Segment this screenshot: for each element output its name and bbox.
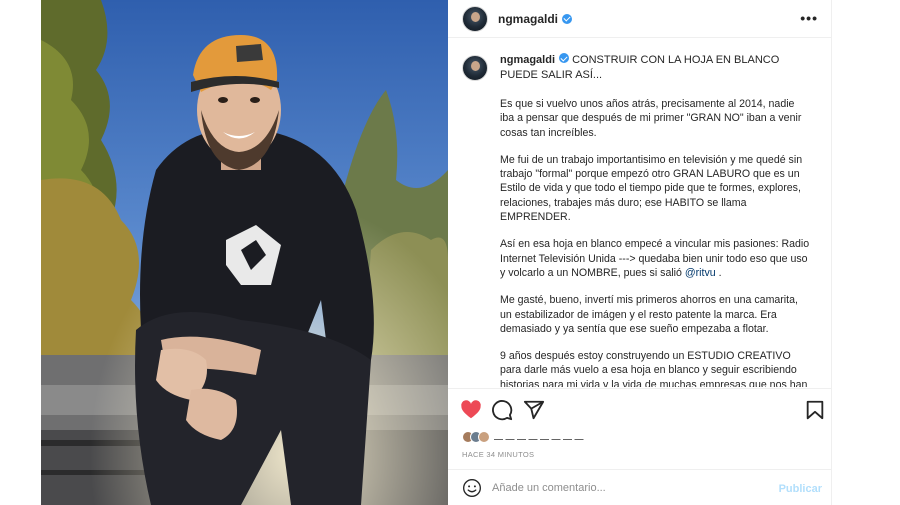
caption-author-avatar[interactable]: [462, 55, 488, 81]
paper-plane-icon[interactable]: [523, 399, 545, 421]
caption-paragraph: Me fui de un trabajo importantisimo en t…: [500, 153, 803, 224]
heart-filled-icon[interactable]: [460, 399, 482, 421]
post-header: ngmagaldi •••: [448, 0, 832, 38]
comment-icon[interactable]: [491, 399, 513, 421]
caption-header: ngmagaldi CONSTRUIR CON LA HOJA EN BLANC…: [462, 53, 818, 83]
author-username[interactable]: ngmagaldi: [498, 12, 558, 26]
liked-by-row[interactable]: ▬ ▬ ▬ ▬ ▬ ▬ ▬ ▬: [462, 430, 584, 444]
caption-paragraph: Me gasté, bueno, invertí mis primeros ah…: [500, 294, 798, 335]
bookmark-icon[interactable]: [804, 399, 826, 421]
caption-first-line: ngmagaldi CONSTRUIR CON LA HOJA EN BLANC…: [500, 53, 800, 83]
caption-username[interactable]: ngmagaldi: [500, 54, 555, 66]
caption-area[interactable]: ngmagaldi CONSTRUIR CON LA HOJA EN BLANC…: [448, 39, 832, 387]
comment-bar: Publicar: [448, 469, 832, 505]
comment-input[interactable]: [492, 481, 752, 494]
mention-link[interactable]: @ritvu: [685, 267, 716, 279]
caption-paragraph-text: Así en esa hoja en blanco empecé a vincu…: [500, 238, 810, 279]
caption-paragraph-end: .: [715, 266, 722, 279]
emoji-icon[interactable]: [462, 478, 482, 498]
liked-by-text: ▬ ▬ ▬ ▬ ▬ ▬ ▬ ▬: [494, 434, 584, 440]
caption-paragraph: 9 años después estoy construyendo un EST…: [500, 350, 808, 387]
post-photo[interactable]: [41, 0, 448, 505]
post-timestamp[interactable]: HACE 34 MINUTOS: [462, 450, 534, 459]
caption-paragraph: Es que si vuelvo unos años atrás, precis…: [500, 98, 802, 139]
action-bar: [448, 388, 832, 430]
more-options-icon[interactable]: •••: [800, 10, 818, 26]
author-avatar[interactable]: [462, 5, 488, 32]
caption-verified-badge-icon: [559, 53, 570, 63]
publish-button[interactable]: Publicar: [779, 483, 822, 495]
post-sidebar: ngmagaldi ••• ngmagaldi CONSTRUIR CON LA…: [448, 0, 832, 505]
caption-paragraph-mention: Así en esa hoja en blanco empecé a vincu…: [500, 237, 810, 280]
caption-body: Es que si vuelvo unos años atrás, precis…: [500, 97, 810, 387]
liker-avatar: [478, 431, 490, 443]
instagram-post-page: ngmagaldi ••• ngmagaldi CONSTRUIR CON LA…: [0, 0, 900, 505]
verified-badge-icon: [562, 13, 573, 24]
